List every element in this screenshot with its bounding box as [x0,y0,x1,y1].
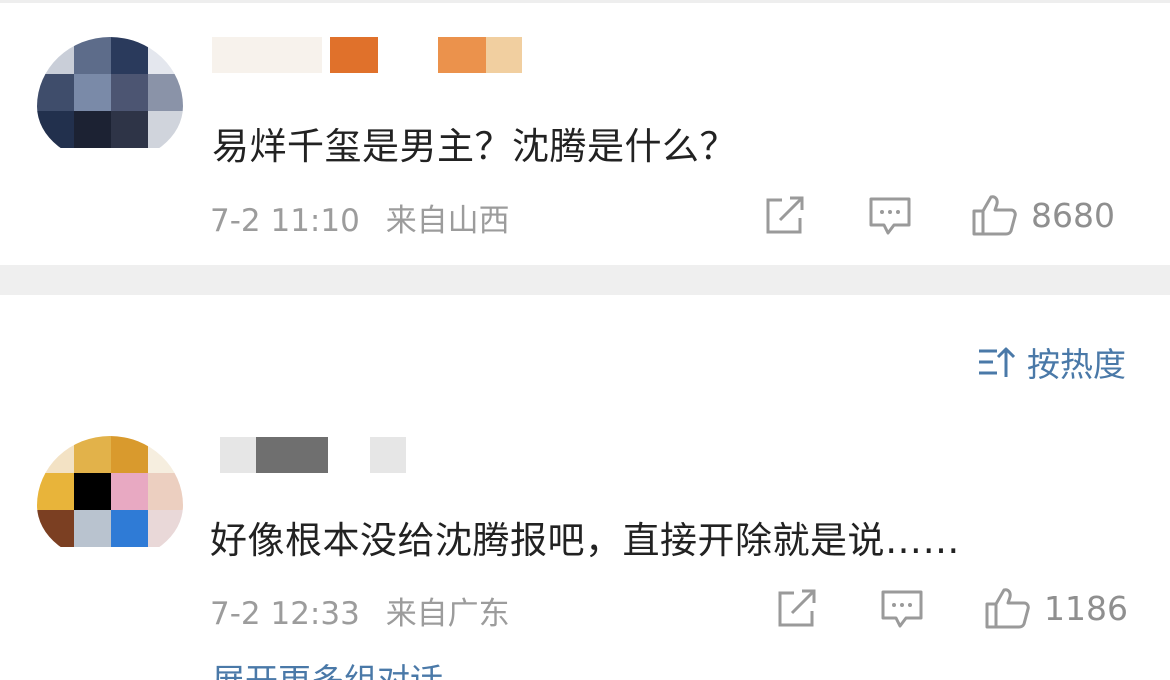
share-button[interactable] [776,589,818,629]
comment-item: 易烊千玺是男主？沈腾是什么？ 7-2 11:10 来自山西 8680 [0,0,1170,265]
comment-item: 好像根本没给沈腾报吧，直接开除就是说…… 7-2 12:33 来自广东 1186 [0,430,1170,680]
comment-time: 7-2 11:10 [210,203,360,239]
comment-text: 易烊千玺是男主？沈腾是什么？ [212,125,737,168]
sort-icon [979,347,1015,377]
like-button[interactable]: 1186 [984,587,1128,629]
reply-button[interactable] [880,589,924,629]
sort-label: 按热度 [1027,345,1126,384]
like-icon [985,588,1030,629]
comment-text: 好像根本没给沈腾报吧，直接开除就是说…… [210,519,960,562]
avatar[interactable] [37,436,183,562]
comment-meta: 7-2 12:33 来自广东 [210,588,510,633]
comment-location: 来自广东 [385,596,510,632]
section-divider [0,265,1170,295]
share-icon [766,196,804,234]
comment-icon [869,197,911,235]
more-replies-link[interactable]: 展开更多组对话 [212,663,443,680]
like-button[interactable]: 8680 [971,194,1115,236]
comment-icon [881,590,923,628]
username-redacted[interactable] [212,437,552,477]
share-icon [778,589,816,627]
avatar[interactable] [37,37,183,163]
like-count: 8680 [1031,195,1115,235]
username-redacted[interactable] [212,37,552,77]
comment-meta: 7-2 11:10 来自山西 [210,195,510,240]
share-button[interactable] [764,196,806,236]
comment-time: 7-2 12:33 [210,596,360,632]
like-count: 1186 [1044,588,1128,628]
comment-location: 来自山西 [385,203,510,239]
reply-button[interactable] [868,196,912,236]
sort-button[interactable]: 按热度 [977,338,1126,386]
like-icon [972,195,1017,236]
